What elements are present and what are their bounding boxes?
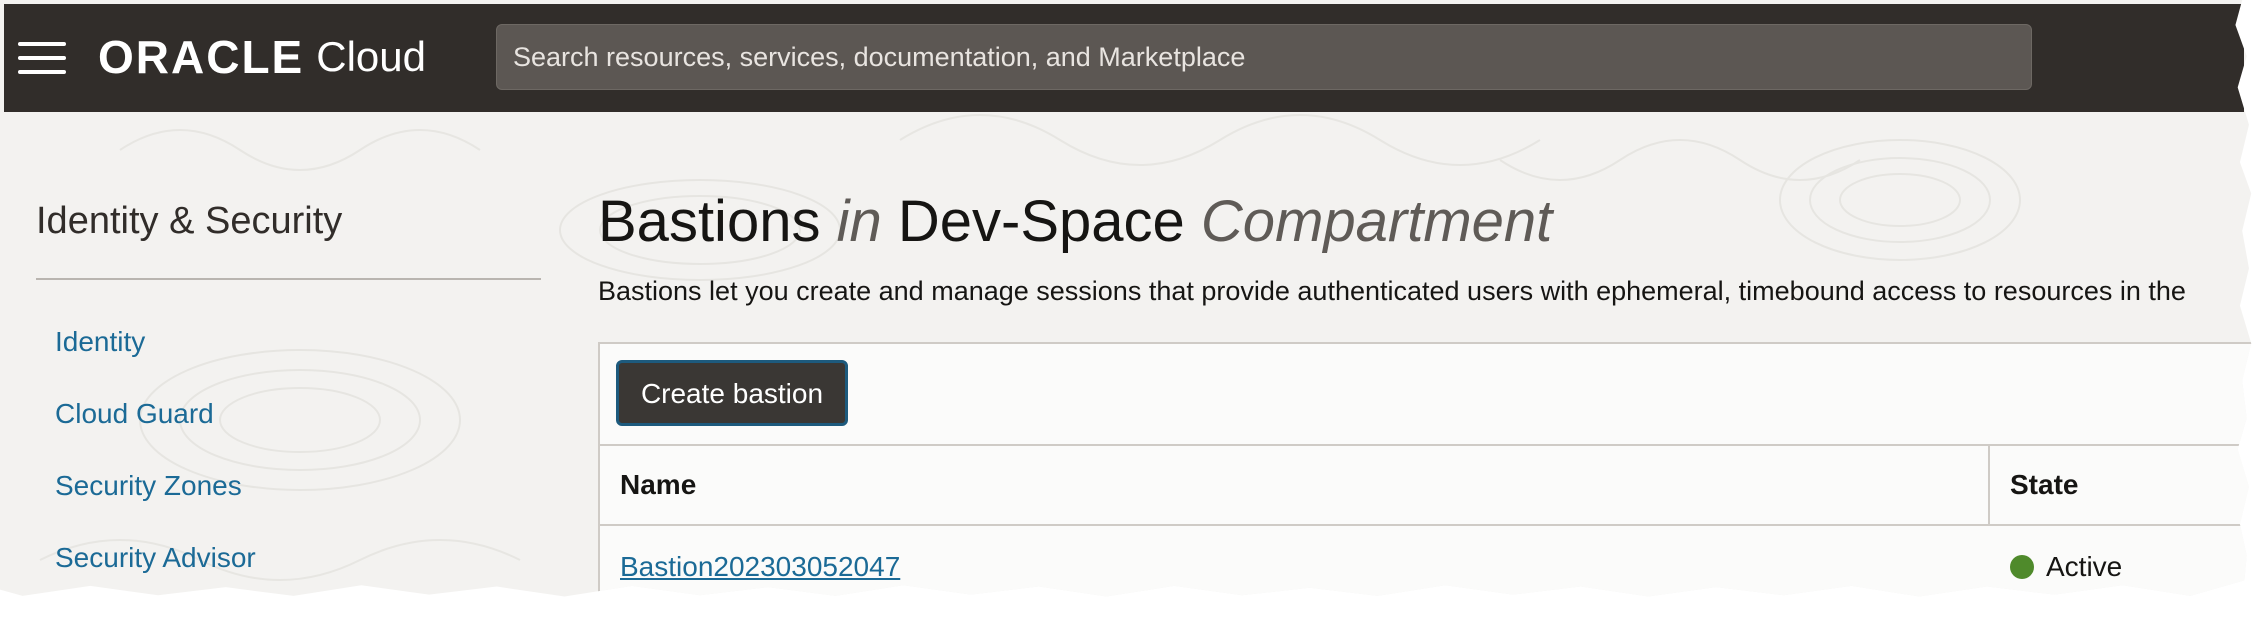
table-row: Bastion202303052047 Active bbox=[600, 526, 2251, 597]
page-canvas: ORACLE Cloud Search resources, services,… bbox=[0, 0, 2252, 597]
brand-oracle-text: ORACLE bbox=[98, 31, 305, 83]
create-bastion-button[interactable]: Create bastion bbox=[616, 360, 848, 426]
page-title-compartment-name: Dev-Space bbox=[897, 189, 1185, 254]
table-header: Name State bbox=[600, 444, 2252, 526]
oracle-cloud-logo[interactable]: ORACLE Cloud bbox=[98, 30, 426, 84]
global-search-input[interactable]: Search resources, services, documentatio… bbox=[496, 24, 2032, 90]
sidebar-item-security-advisor[interactable]: Security Advisor bbox=[55, 542, 256, 574]
page-title-compartment-label: Compartment bbox=[1200, 189, 1553, 254]
page-title: Bastions in Dev-Space Compartment bbox=[598, 188, 1552, 255]
sidebar-divider bbox=[36, 278, 541, 280]
bastions-table-panel: Create bastion Name State Bastion2023030… bbox=[598, 342, 2252, 597]
status-dot-icon bbox=[2010, 555, 2034, 579]
page-title-in: in bbox=[836, 189, 882, 254]
bastion-name-link[interactable]: Bastion202303052047 bbox=[620, 526, 900, 597]
hamburger-menu-icon[interactable] bbox=[18, 42, 66, 74]
column-header-name[interactable]: Name bbox=[620, 446, 696, 526]
bastion-state-cell: Active bbox=[2010, 526, 2123, 597]
bastion-state-text: Active bbox=[2046, 551, 2123, 582]
sidebar-title: Identity & Security bbox=[36, 200, 343, 242]
sidebar-item-security-zones[interactable]: Security Zones bbox=[55, 470, 242, 502]
column-header-state[interactable]: State bbox=[2010, 446, 2078, 526]
sidebar-item-identity[interactable]: Identity bbox=[55, 326, 145, 358]
sidebar-item-cloud-guard[interactable]: Cloud Guard bbox=[55, 398, 214, 430]
page-title-resource: Bastions bbox=[598, 189, 821, 254]
top-navigation-bar: ORACLE Cloud Search resources, services,… bbox=[4, 4, 2244, 112]
page-description: Bastions let you create and manage sessi… bbox=[598, 276, 2186, 306]
brand-cloud-text: Cloud bbox=[316, 33, 426, 80]
column-divider[interactable] bbox=[1988, 446, 1990, 526]
